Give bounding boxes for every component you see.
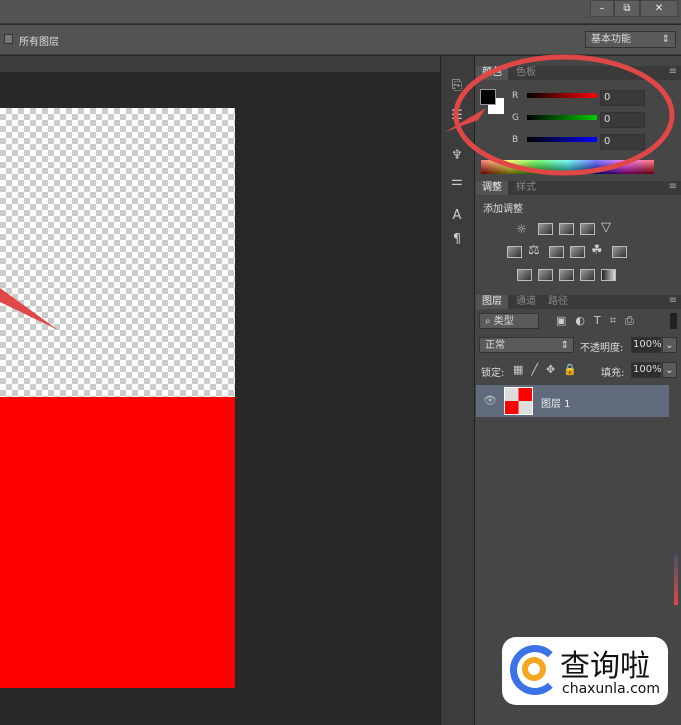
gradient-map-icon[interactable] [601, 269, 616, 281]
workspace-select[interactable]: 基本功能 ⇕ [585, 31, 676, 48]
close-button[interactable]: ✕ [640, 0, 678, 17]
color-balance-icon[interactable]: ⚖ [528, 243, 540, 258]
watermark-logo: 查询啦 chaxunla.com [502, 637, 668, 705]
threshold-icon[interactable] [559, 269, 574, 281]
scrollbar[interactable] [674, 555, 678, 605]
opacity-label: 不透明度: [580, 343, 624, 354]
blend-mode-value: 正常 [485, 340, 505, 351]
character-icon[interactable]: A [446, 208, 468, 226]
opacity-input[interactable]: 100% [631, 337, 662, 353]
fill-input[interactable]: 100% [631, 362, 662, 378]
color-lookup-icon[interactable] [612, 246, 627, 258]
exposure-icon[interactable] [580, 223, 595, 235]
fill-dropdown-button[interactable]: ⌄ [662, 362, 677, 378]
layer-filter-value: 类型 [493, 316, 514, 327]
workspace-value: 基本功能 [591, 34, 631, 45]
photo-filter-icon[interactable] [570, 246, 585, 258]
fill-label: 填充: [601, 368, 625, 379]
brightness-icon[interactable]: ☼ [516, 222, 527, 236]
layers-panel-tabs: 图层 通道 路径 ≡ [476, 295, 681, 309]
posterize-icon[interactable] [538, 269, 553, 281]
annotation-arrow-icon [0, 288, 58, 330]
layer-filter-select[interactable]: ⌕ 类型 [479, 313, 539, 329]
lock-icons[interactable]: ▦╱✥🔒 [513, 363, 585, 376]
search-icon: ⌕ [485, 316, 494, 327]
title-bar [0, 0, 681, 24]
paragraph-icon[interactable]: ¶ [446, 232, 468, 250]
all-layers-label: 所有图层 [19, 37, 59, 48]
add-adjustment-heading: 添加调整 [483, 204, 523, 215]
foreground-color-swatch[interactable] [480, 89, 496, 105]
levels-icon[interactable] [538, 223, 553, 235]
lock-label: 锁定: [481, 368, 505, 379]
curves-icon[interactable] [559, 223, 574, 235]
tab-channels[interactable]: 通道 [510, 295, 542, 309]
layer-name[interactable]: 图层 1 [541, 395, 571, 410]
layer-thumbnail [504, 387, 533, 415]
visibility-eye-icon[interactable]: 👁 [483, 394, 497, 407]
tab-layers[interactable]: 图层 [476, 295, 508, 309]
tab-paths[interactable]: 路径 [542, 295, 574, 309]
panel-menu-icon[interactable]: ≡ [669, 181, 677, 192]
minimize-button[interactable]: – [590, 0, 614, 17]
annotation-ellipse [445, 54, 675, 176]
restore-button[interactable]: ⧉ [614, 0, 640, 17]
opacity-dropdown-button[interactable]: ⌄ [662, 337, 677, 353]
vibrance-icon[interactable]: ▽ [601, 220, 611, 235]
canvas-red-fill[interactable] [0, 397, 235, 688]
document-tab-bar [0, 56, 440, 72]
adjust-panel-tabs: 调整 样式 ≡ [476, 181, 681, 195]
filter-toggle[interactable] [670, 313, 677, 329]
filter-type-icons[interactable]: ▣◐T⌗⎙ [556, 314, 643, 328]
blend-mode-select[interactable]: 正常 ⇕ [479, 337, 574, 353]
all-layers-checkbox[interactable] [4, 34, 13, 44]
chevron-updown-icon: ⇕ [661, 34, 670, 45]
selective-color-icon[interactable] [580, 269, 595, 281]
canvas-transparent-area[interactable] [0, 108, 235, 397]
tab-adjustments[interactable]: 调整 [476, 181, 508, 195]
tab-styles[interactable]: 样式 [510, 181, 542, 195]
hue-saturation-icon[interactable] [507, 246, 522, 258]
channel-mixer-icon[interactable]: ☘ [591, 243, 603, 258]
panel-menu-icon[interactable]: ≡ [669, 295, 677, 306]
layer-row[interactable]: 👁 图层 1 [476, 385, 669, 417]
black-white-icon[interactable] [549, 246, 564, 258]
invert-icon[interactable] [517, 269, 532, 281]
